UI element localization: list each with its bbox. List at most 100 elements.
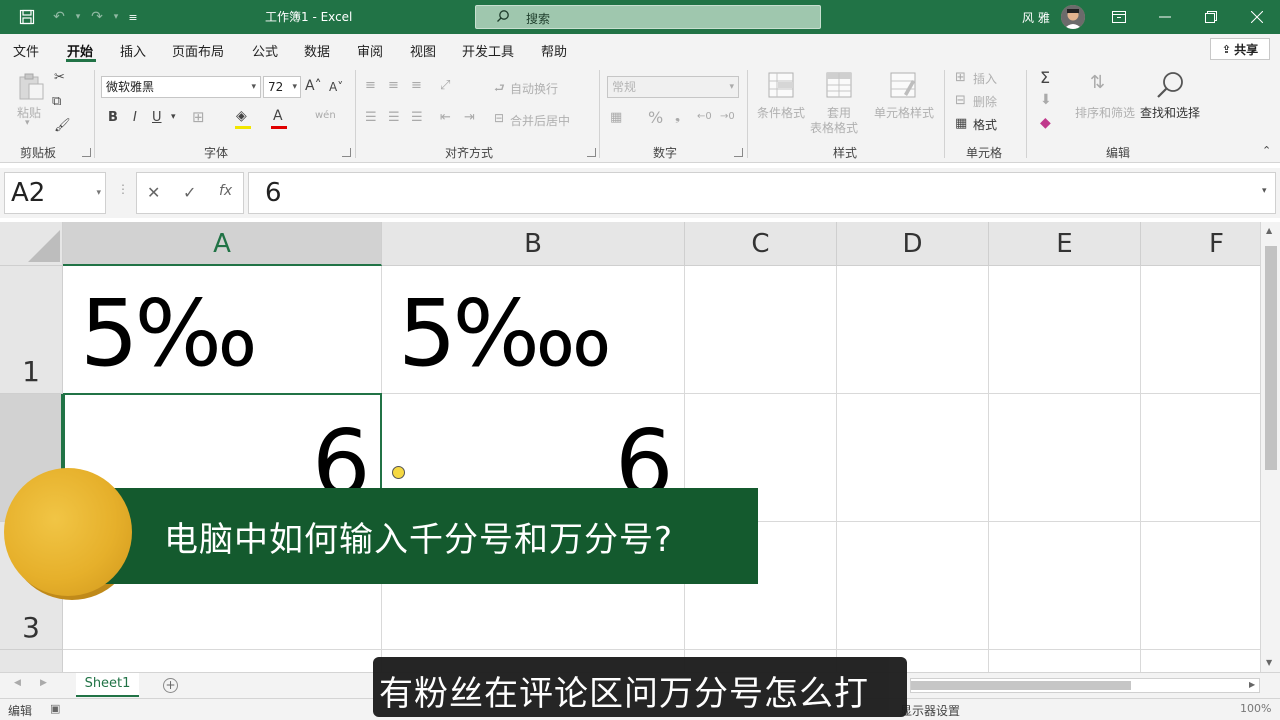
macro-record-icon[interactable]: ▣ — [50, 702, 60, 715]
enter-icon[interactable]: ✓ — [183, 183, 196, 202]
accounting-format-icon[interactable]: ▦ — [610, 110, 622, 125]
cell-styles-button[interactable]: 单元格样式 — [874, 104, 934, 121]
sheet-tab-sheet1[interactable]: Sheet1 — [76, 673, 139, 697]
user-name[interactable]: 风 雅 — [1022, 9, 1050, 26]
formula-input[interactable]: 6 — [248, 172, 1276, 214]
column-header-a[interactable]: A — [63, 222, 382, 266]
display-settings-button[interactable]: 显示器设置 — [900, 702, 960, 719]
conditional-format-button[interactable]: 条件格式 — [757, 104, 805, 121]
name-box[interactable]: A2 ▾ — [4, 172, 106, 214]
conditional-format-icon[interactable] — [768, 72, 794, 98]
sort-filter-button[interactable]: 排序和筛选 — [1075, 104, 1135, 121]
decrease-decimal-icon[interactable]: →0 — [720, 111, 735, 122]
tab-file[interactable]: 文件 — [13, 41, 39, 60]
tab-home[interactable]: 开始 — [67, 41, 93, 60]
vertical-scroll-thumb[interactable] — [1265, 246, 1277, 470]
search-box[interactable]: 搜索 — [475, 5, 821, 29]
column-header-f[interactable]: F — [1141, 222, 1260, 266]
horizontal-scroll-thumb[interactable] — [911, 681, 1131, 690]
wrap-text-button[interactable]: 自动换行 — [510, 80, 558, 97]
autosum-icon[interactable]: Σ — [1040, 68, 1050, 87]
underline-button[interactable]: U — [152, 110, 162, 125]
align-middle-icon[interactable]: ≡ — [388, 78, 399, 93]
cell-b1[interactable]: 5‱ — [398, 274, 612, 394]
insert-cells-button[interactable]: 插入 — [973, 70, 997, 87]
format-as-table-icon[interactable] — [826, 72, 852, 98]
column-header-e[interactable]: E — [989, 222, 1141, 266]
align-top-icon[interactable]: ≡ — [365, 78, 376, 93]
vertical-scrollbar[interactable]: ▲ ▼ — [1260, 222, 1280, 672]
worksheet-grid[interactable]: A B C D E F 1 2 3 5‰ 5‱ 6 6 — [0, 222, 1260, 672]
share-button[interactable]: ⇪ 共享 — [1210, 38, 1270, 60]
format-as-table-label-2[interactable]: 表格格式 — [810, 119, 858, 136]
clear-icon[interactable]: ◆ — [1040, 115, 1051, 131]
align-right-icon[interactable]: ☰ — [411, 110, 423, 125]
find-select-button[interactable]: 查找和选择 — [1140, 104, 1200, 121]
align-center-icon[interactable]: ☰ — [388, 110, 400, 125]
tab-insert[interactable]: 插入 — [120, 41, 146, 60]
customize-quick-access-icon[interactable]: ≡ — [122, 6, 144, 28]
decrease-indent-icon[interactable]: ⇤ — [440, 110, 451, 125]
clipboard-launcher-icon[interactable] — [82, 148, 91, 157]
decrease-font-icon[interactable]: A˅ — [329, 80, 343, 94]
cell-styles-icon[interactable] — [890, 72, 916, 98]
expand-formula-bar-icon[interactable]: ▾ — [1262, 186, 1267, 196]
chevron-down-icon[interactable]: ▾ — [171, 112, 176, 122]
column-header-d[interactable]: D — [837, 222, 989, 266]
delete-cells-button[interactable]: 删除 — [973, 93, 997, 110]
format-painter-icon[interactable]: 🖌 — [54, 118, 71, 133]
border-icon[interactable]: ⊞ — [192, 108, 205, 126]
paste-dropdown-icon[interactable]: ▾ — [25, 118, 30, 128]
add-sheet-icon[interactable]: + — [163, 678, 178, 693]
fill-icon[interactable]: ⬇ — [1040, 92, 1052, 108]
orientation-icon[interactable]: ⤢ — [440, 78, 450, 93]
bold-button[interactable]: B — [108, 110, 118, 125]
cut-icon[interactable]: ✂ — [54, 70, 65, 85]
format-cells-button[interactable]: 格式 — [973, 116, 997, 133]
tab-developer[interactable]: 开发工具 — [462, 41, 514, 60]
horizontal-scrollbar[interactable]: ▶ — [910, 678, 1260, 693]
increase-font-icon[interactable]: A˄ — [305, 78, 322, 94]
alignment-launcher-icon[interactable] — [587, 148, 596, 157]
sheet-prev-icon[interactable]: ◀ — [14, 678, 21, 688]
minimize-icon[interactable] — [1142, 0, 1188, 34]
zoom-level[interactable]: 100% — [1240, 702, 1271, 715]
merge-center-button[interactable]: 合并后居中 — [510, 112, 570, 129]
copy-icon[interactable]: ⧉ — [52, 94, 61, 109]
comma-style-icon[interactable]: ❟ — [675, 109, 680, 124]
align-bottom-icon[interactable]: ≡ — [411, 78, 422, 93]
scroll-down-icon[interactable]: ▼ — [1266, 658, 1272, 667]
increase-decimal-icon[interactable]: ←0 — [697, 111, 712, 122]
paste-icon[interactable] — [16, 72, 46, 102]
tab-help[interactable]: 帮助 — [541, 41, 567, 60]
select-all-button[interactable] — [0, 222, 63, 266]
font-size-select[interactable]: 72 ▾ — [263, 76, 301, 98]
restore-icon[interactable] — [1188, 0, 1234, 34]
cell-a1[interactable]: 5‰ — [80, 274, 258, 394]
italic-button[interactable]: I — [133, 110, 137, 125]
cancel-icon[interactable]: ✕ — [147, 183, 160, 202]
number-format-select[interactable]: 常规 ▾ — [607, 76, 739, 98]
row-header-1[interactable]: 1 — [0, 266, 63, 394]
tab-formulas[interactable]: 公式 — [252, 41, 278, 60]
column-header-b[interactable]: B — [382, 222, 685, 266]
scroll-right-icon[interactable]: ▶ — [1249, 680, 1255, 689]
row-header-4[interactable] — [0, 650, 63, 672]
save-icon[interactable] — [16, 6, 38, 28]
ribbon-display-icon[interactable] — [1096, 0, 1142, 34]
tab-data[interactable]: 数据 — [304, 41, 330, 60]
sheet-next-icon[interactable]: ▶ — [40, 678, 47, 688]
close-icon[interactable] — [1234, 0, 1280, 34]
tab-view[interactable]: 视图 — [410, 41, 436, 60]
font-launcher-icon[interactable] — [342, 148, 351, 157]
tab-page-layout[interactable]: 页面布局 — [172, 41, 224, 60]
insert-function-icon[interactable]: fx — [219, 183, 232, 199]
tab-review[interactable]: 审阅 — [357, 41, 383, 60]
number-launcher-icon[interactable] — [734, 148, 743, 157]
phonetic-icon[interactable]: wén — [315, 110, 336, 121]
fill-color-icon[interactable]: ◈ — [236, 108, 247, 124]
column-header-c[interactable]: C — [685, 222, 837, 266]
percent-style-button[interactable]: % — [648, 108, 663, 127]
scroll-up-icon[interactable]: ▲ — [1266, 226, 1272, 235]
font-name-select[interactable]: 微软雅黑 ▾ — [101, 76, 261, 98]
